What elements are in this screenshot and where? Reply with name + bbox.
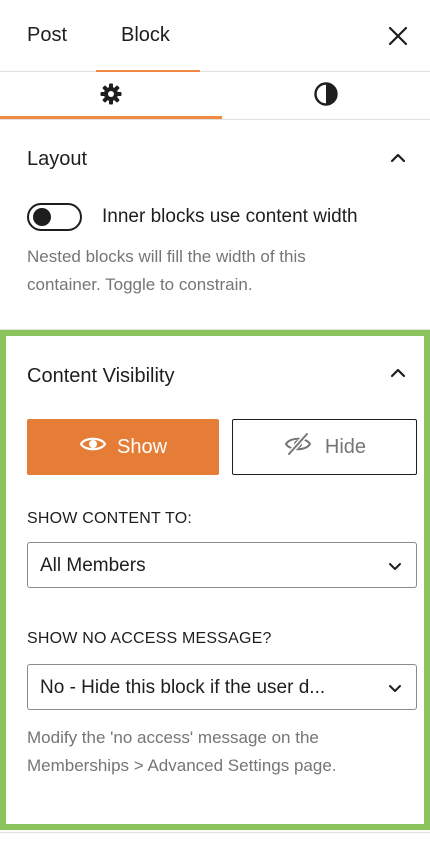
show-content-to-value: All Members <box>40 555 146 576</box>
chevron-down-icon <box>386 557 404 575</box>
visibility-help-text: Modify the 'no access' message on the Me… <box>27 724 337 780</box>
close-icon[interactable] <box>386 24 410 48</box>
visibility-help-line: Memberships > Advanced Settings page. <box>27 756 337 775</box>
toggle-label: Inner blocks use content width <box>102 206 358 227</box>
layout-help-text: Nested blocks will fill the width of thi… <box>27 243 306 299</box>
hide-button[interactable]: Hide <box>232 419 417 475</box>
chevron-up-icon[interactable] <box>388 148 408 168</box>
show-content-to-select[interactable]: All Members <box>27 542 417 588</box>
layout-panel-title: Layout <box>27 148 88 170</box>
toggle-knob <box>33 208 51 226</box>
eye-slash-icon <box>283 432 313 462</box>
layout-help-line: container. Toggle to constrain. <box>27 275 253 294</box>
active-icon-tab-indicator <box>0 116 222 119</box>
no-access-message-label: SHOW NO ACCESS MESSAGE? <box>27 630 272 647</box>
tab-block[interactable]: Block <box>121 24 170 47</box>
divider <box>0 832 430 833</box>
show-button[interactable]: Show <box>27 419 219 475</box>
hide-button-label: Hide <box>324 435 367 458</box>
gear-icon <box>99 82 123 111</box>
layout-panel: Layout Inner blocks use content width Ne… <box>0 120 430 330</box>
no-access-message-select[interactable]: No - Hide this block if the user d... <box>27 664 417 710</box>
sidebar-tabs: Post Block <box>0 0 430 72</box>
show-button-label: Show <box>116 435 168 458</box>
layout-help-line: Nested blocks will fill the width of thi… <box>27 247 306 266</box>
tab-styles[interactable] <box>222 72 430 120</box>
inspector-tabs <box>0 72 430 120</box>
show-content-to-label: SHOW CONTENT TO: <box>27 510 192 527</box>
chevron-down-icon <box>386 679 404 697</box>
content-width-toggle[interactable] <box>27 203 82 231</box>
chevron-up-icon[interactable] <box>388 363 408 383</box>
tab-post[interactable]: Post <box>27 24 67 47</box>
contrast-icon <box>313 81 339 112</box>
tab-settings[interactable] <box>0 72 222 120</box>
eye-icon <box>79 434 107 460</box>
content-visibility-title: Content Visibility <box>27 365 175 387</box>
visibility-help-line: Modify the 'no access' message on the <box>27 728 319 747</box>
no-access-message-value: No - Hide this block if the user d... <box>40 677 326 698</box>
